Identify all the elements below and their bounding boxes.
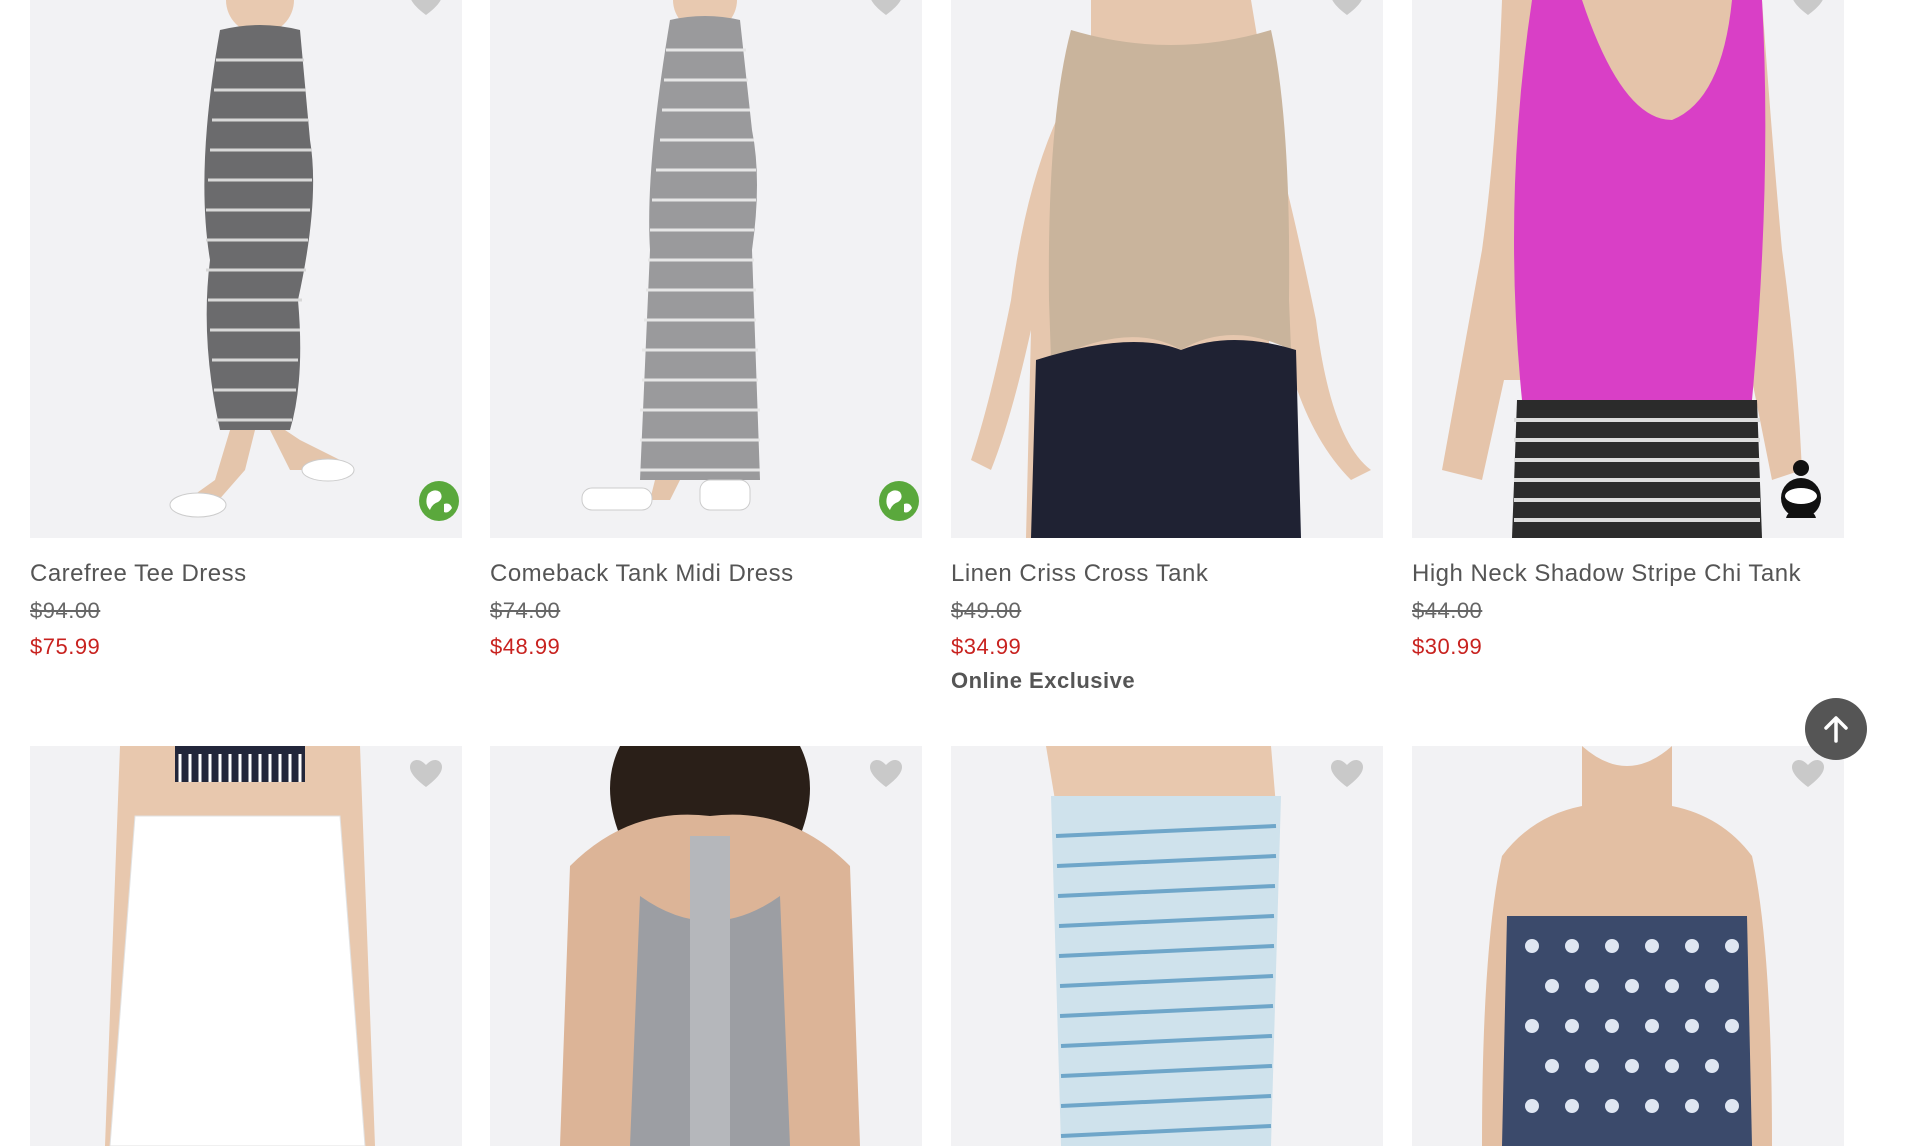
product-image[interactable]: [30, 746, 462, 1146]
favorite-heart-icon[interactable]: [1792, 0, 1824, 16]
arrow-up-icon: [1824, 716, 1848, 743]
leggings-photo: [1046, 746, 1281, 1146]
skort-photo: [105, 746, 375, 1146]
product-image[interactable]: [490, 0, 922, 538]
original-price: $94.00: [30, 598, 101, 623]
sale-price: $48.99: [490, 634, 561, 659]
favorite-heart-icon[interactable]: [1331, 760, 1363, 788]
favorite-heart-icon[interactable]: [870, 760, 902, 788]
favorite-heart-icon[interactable]: [410, 760, 442, 788]
bandeau-top-photo: [1482, 746, 1772, 1146]
product-card[interactable]: [1412, 746, 1844, 1146]
fair-trade-icon: [1781, 460, 1821, 518]
online-exclusive-label: Online Exclusive: [951, 668, 1136, 693]
dress-photo: [581, 0, 760, 511]
back-to-top-button[interactable]: [1805, 698, 1867, 760]
product-image[interactable]: [490, 746, 922, 1146]
favorite-heart-icon[interactable]: [870, 0, 902, 16]
product-image[interactable]: [30, 0, 462, 538]
dress-photo: [169, 0, 355, 518]
product-name[interactable]: Linen Criss Cross Tank: [951, 560, 1383, 588]
product-name[interactable]: Carefree Tee Dress: [30, 560, 462, 588]
original-price: $49.00: [951, 598, 1022, 623]
product-image[interactable]: [1412, 746, 1844, 1146]
product-card[interactable]: [951, 746, 1383, 1146]
eco-globe-icon: [419, 481, 459, 521]
product-card[interactable]: [490, 746, 922, 1146]
product-card[interactable]: Linen Criss Cross Tank $49.00 $34.99 Onl…: [951, 0, 1383, 694]
eco-globe-icon: [879, 481, 919, 521]
product-image[interactable]: [951, 0, 1383, 538]
product-image[interactable]: [951, 746, 1383, 1146]
product-card[interactable]: [30, 746, 462, 1146]
product-card[interactable]: Carefree Tee Dress $94.00 $75.99: [30, 0, 462, 660]
product-card[interactable]: Comeback Tank Midi Dress $74.00 $48.99: [490, 0, 922, 660]
product-card[interactable]: High Neck Shadow Stripe Chi Tank $44.00 …: [1412, 0, 1844, 660]
favorite-heart-icon[interactable]: [1331, 0, 1363, 16]
product-name[interactable]: Comeback Tank Midi Dress: [490, 560, 922, 588]
sale-price: $30.99: [1412, 634, 1483, 659]
sale-price: $75.99: [30, 634, 101, 659]
product-image[interactable]: [1412, 0, 1844, 538]
tank-photo: [971, 0, 1371, 538]
favorite-heart-icon[interactable]: [410, 0, 442, 16]
original-price: $44.00: [1412, 598, 1483, 623]
original-price: $74.00: [490, 598, 561, 623]
product-name[interactable]: High Neck Shadow Stripe Chi Tank: [1412, 560, 1844, 588]
gray-tank-photo: [560, 746, 860, 1146]
favorite-heart-icon[interactable]: [1792, 760, 1824, 788]
sale-price: $34.99: [951, 634, 1022, 659]
